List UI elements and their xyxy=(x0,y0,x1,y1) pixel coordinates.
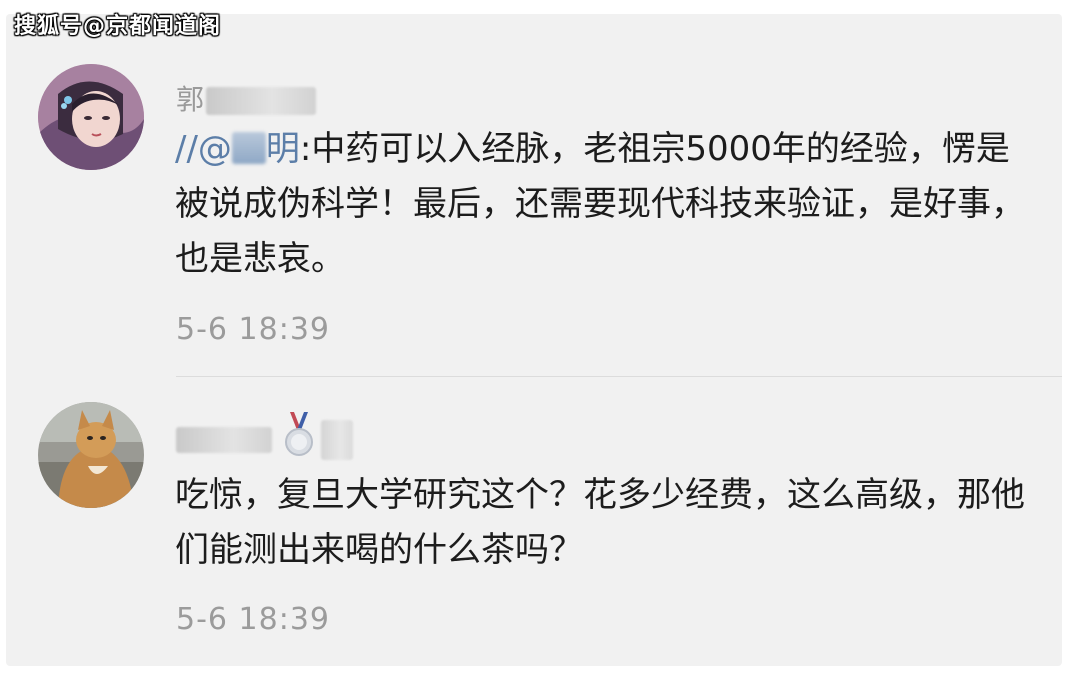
watermark: 搜狐号@京都闻道阁 xyxy=(14,14,222,39)
cat-avatar-icon[interactable] xyxy=(38,402,144,508)
anime-girl-avatar-icon[interactable] xyxy=(38,64,144,170)
username-text: 郭 xyxy=(176,83,205,116)
divider xyxy=(176,376,1062,377)
username[interactable]: 郭 xyxy=(176,78,317,118)
username[interactable] xyxy=(176,412,353,467)
timestamp: 5-6 18:39 xyxy=(176,602,330,637)
comment-text: //@ 明:中药可以入经脉，老祖宗5000年的经验，愣是被说成伪科学！最后，还需要… xyxy=(175,129,1025,279)
redacted-badge-area xyxy=(320,419,353,460)
timestamp: 5-6 18:39 xyxy=(176,312,330,347)
medal-badge-icon xyxy=(282,412,316,467)
redacted-username xyxy=(176,426,272,453)
redacted-username xyxy=(206,87,317,115)
redacted-mention xyxy=(231,132,266,164)
mention-link[interactable]: //@ 明 xyxy=(175,129,300,169)
comment-text: 吃惊，复旦大学研究这个？花多少经费，这么高级，那他们能测出来喝的什么茶吗？ xyxy=(175,475,1025,570)
